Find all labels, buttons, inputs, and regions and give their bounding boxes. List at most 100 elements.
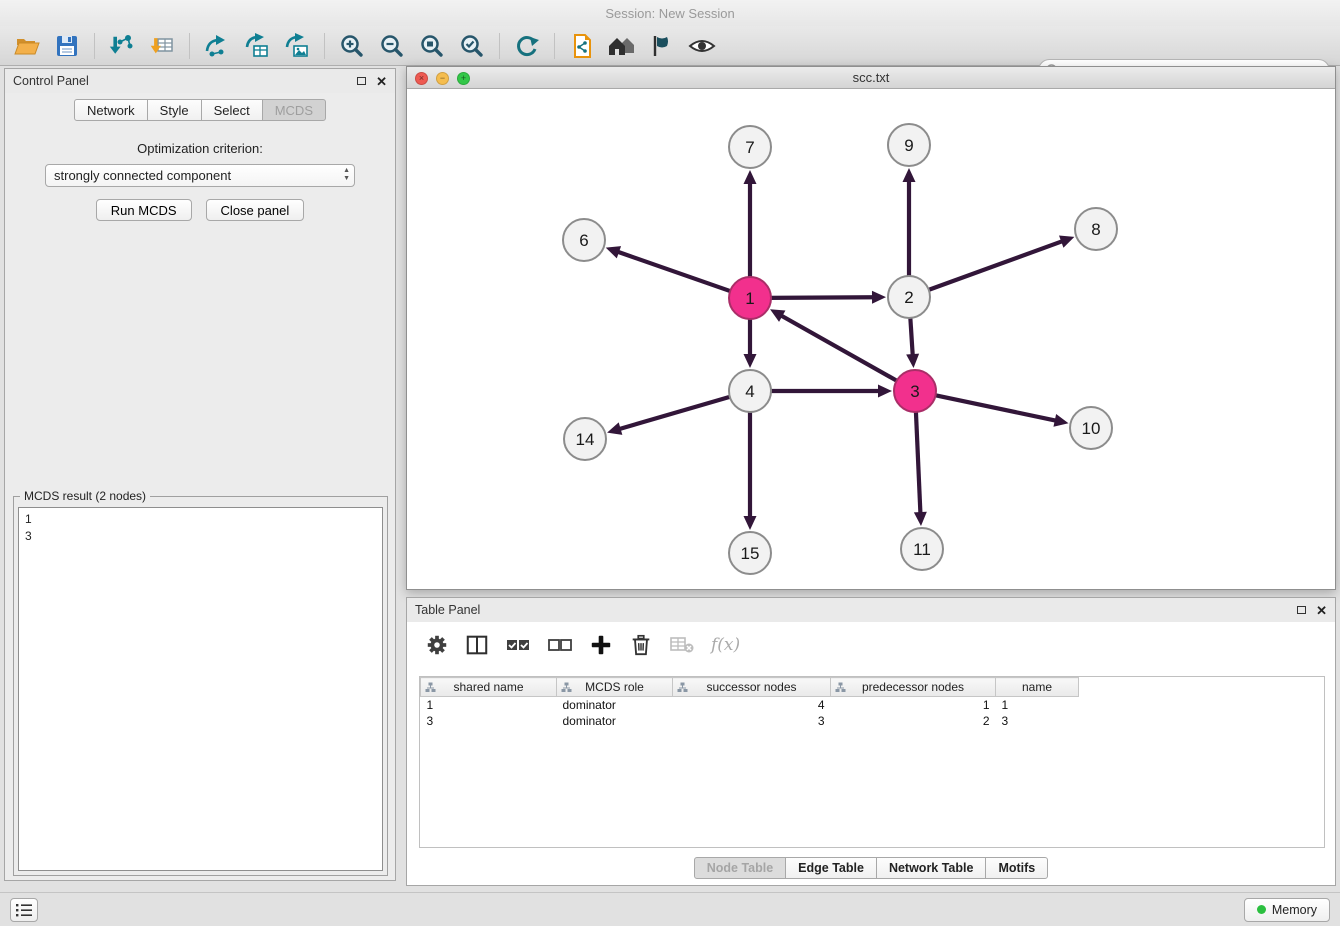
gear-icon[interactable] <box>425 633 449 657</box>
refresh-view-icon[interactable] <box>510 30 544 62</box>
graph-edge-3-11[interactable] <box>916 409 921 514</box>
column-header-mcds-role[interactable]: MCDS role <box>557 678 673 697</box>
column-header-successor-nodes[interactable]: successor nodes <box>673 678 831 697</box>
memory-button[interactable]: Memory <box>1244 898 1330 922</box>
tab-select[interactable]: Select <box>201 99 263 121</box>
traffic-lights: × − + <box>415 67 470 89</box>
import-table-file-icon[interactable] <box>145 30 179 62</box>
table-row[interactable]: 1dominator411 <box>421 697 1079 713</box>
tab-network-table[interactable]: Network Table <box>876 857 987 879</box>
column-header-predecessor-nodes[interactable]: predecessor nodes <box>831 678 996 697</box>
node-label: 9 <box>904 136 913 155</box>
zoom-out-icon[interactable] <box>375 30 409 62</box>
float-window-icon[interactable] <box>1297 606 1306 614</box>
column-header-name[interactable]: name <box>996 678 1079 697</box>
graph-node-3[interactable]: 3 <box>894 370 936 412</box>
mcds-result-text[interactable]: 1 3 <box>18 507 383 871</box>
home-glyph <box>607 33 637 59</box>
criterion-dropdown-value: strongly connected component <box>54 168 231 183</box>
table-toolbar: f(x) <box>407 622 1335 668</box>
network-window-titlebar[interactable]: × − + scc.txt <box>407 67 1335 89</box>
close-window-icon[interactable]: × <box>415 72 428 85</box>
list-icon <box>15 902 33 918</box>
export-image-icon[interactable] <box>280 30 314 62</box>
criterion-dropdown[interactable]: strongly connected component ▲▼ <box>45 164 355 187</box>
new-network-icon[interactable] <box>200 30 234 62</box>
graph-node-6[interactable]: 6 <box>563 219 605 261</box>
graph-node-11[interactable]: 11 <box>901 528 943 570</box>
export-network-icon[interactable] <box>565 30 599 62</box>
minimize-window-icon[interactable]: − <box>436 72 449 85</box>
add-column-icon[interactable] <box>589 633 613 657</box>
delete-table-icon <box>669 634 695 656</box>
graph-node-2[interactable]: 2 <box>888 276 930 318</box>
run-mcds-button[interactable]: Run MCDS <box>96 199 192 221</box>
graph-node-1[interactable]: 1 <box>729 277 771 319</box>
column-type-icon <box>835 682 846 696</box>
zoom-in-glyph <box>339 33 365 59</box>
tab-style[interactable]: Style <box>147 99 202 121</box>
toolbar-separator <box>554 33 555 59</box>
tab-node-table[interactable]: Node Table <box>694 857 786 879</box>
style-paint-icon[interactable] <box>645 30 679 62</box>
table-cell: 1 <box>996 697 1079 713</box>
column-type-icon <box>561 682 572 696</box>
graph-node-14[interactable]: 14 <box>564 418 606 460</box>
table-panel: Table Panel ✕ <box>406 597 1336 886</box>
close-panel-button[interactable]: Close panel <box>206 199 305 221</box>
tab-mcds[interactable]: MCDS <box>262 99 326 121</box>
save-session-icon[interactable] <box>50 30 84 62</box>
network-graph[interactable]: 1 2 3 4 6 7 8 9 10 11 14 15 <box>407 89 1335 589</box>
zoom-in-icon[interactable] <box>335 30 369 62</box>
graph-node-4[interactable]: 4 <box>729 370 771 412</box>
zoom-selected-icon[interactable] <box>455 30 489 62</box>
graph-edge-3-1[interactable] <box>780 315 899 382</box>
zoom-fit-glyph <box>419 33 445 59</box>
network-view-window: × − + scc.txt 1 2 3 4 6 7 8 9 10 11 14 15 <box>406 66 1336 590</box>
graph-node-8[interactable]: 8 <box>1075 208 1117 250</box>
close-panel-icon[interactable]: ✕ <box>376 75 387 88</box>
select-all-checkboxes-icon[interactable] <box>505 634 531 656</box>
open-folder-icon[interactable] <box>10 30 44 62</box>
graph-edge-1-2[interactable] <box>768 297 874 298</box>
graph-edge-4-14[interactable] <box>619 396 733 429</box>
split-column-view-icon[interactable] <box>465 633 489 657</box>
toolbar-separator <box>499 33 500 59</box>
node-table[interactable]: shared name MCDS role successor nodes pr… <box>419 676 1325 848</box>
graph-edge-1-6[interactable] <box>617 252 733 293</box>
tab-motifs[interactable]: Motifs <box>985 857 1048 879</box>
graph-node-15[interactable]: 15 <box>729 532 771 574</box>
optimization-criterion-label: Optimization criterion: <box>5 141 395 156</box>
import-network-file-icon[interactable] <box>105 30 139 62</box>
zoom-fit-icon[interactable] <box>415 30 449 62</box>
graph-node-10[interactable]: 10 <box>1070 407 1112 449</box>
graph-node-9[interactable]: 9 <box>888 124 930 166</box>
show-graphics-details-icon[interactable] <box>685 30 719 62</box>
edge-arrowhead <box>744 170 757 184</box>
home-icon[interactable] <box>605 30 639 62</box>
show-panels-button[interactable] <box>10 898 38 922</box>
new-table-icon[interactable] <box>240 30 274 62</box>
table-panel-header: Table Panel ✕ <box>407 598 1335 622</box>
float-window-icon[interactable] <box>357 77 366 85</box>
delete-column-icon[interactable] <box>629 633 653 657</box>
tab-edge-table[interactable]: Edge Table <box>785 857 877 879</box>
graph-edge-2-8[interactable] <box>926 241 1063 291</box>
zoom-window-icon[interactable]: + <box>457 72 470 85</box>
table-row[interactable]: 3dominator323 <box>421 713 1079 729</box>
zoom-out-glyph <box>379 33 405 59</box>
network-window-title: scc.txt <box>853 70 890 85</box>
deselect-all-checkboxes-icon[interactable] <box>547 634 573 656</box>
graph-edge-3-10[interactable] <box>933 395 1057 421</box>
graph-node-7[interactable]: 7 <box>729 126 771 168</box>
node-label: 15 <box>741 544 760 563</box>
node-label: 6 <box>579 231 588 250</box>
column-header-shared-name[interactable]: shared name <box>421 678 557 697</box>
control-panel-header: Control Panel ✕ <box>5 69 395 93</box>
style-paint-glyph <box>649 33 675 59</box>
import-network-file-glyph <box>109 33 135 59</box>
network-canvas[interactable]: 1 2 3 4 6 7 8 9 10 11 14 15 <box>407 89 1335 589</box>
graph-edge-2-3[interactable] <box>910 315 913 356</box>
close-panel-icon[interactable]: ✕ <box>1316 604 1327 617</box>
tab-network[interactable]: Network <box>74 99 148 121</box>
